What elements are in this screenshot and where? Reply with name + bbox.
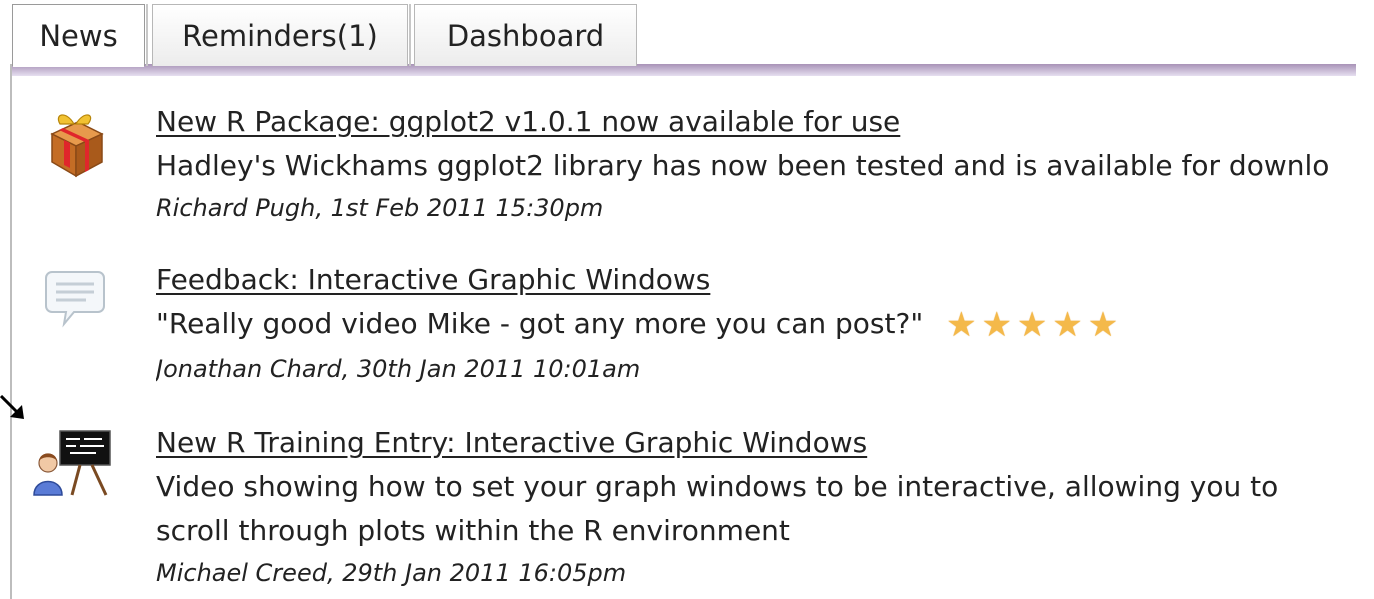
news-item-content: New R Package: ggplot2 v1.0.1 now availa… [156,100,1356,228]
tab-reminders[interactable]: Reminders(1) [152,4,408,66]
news-item-content: New R Training Entry: Interactive Graphi… [156,421,1356,593]
rating-stars: ★ ★ ★ ★ ★ [946,305,1118,349]
news-meta: Jonathan Chard, 30th Jan 2011 10:01am [156,355,641,383]
news-body: "Really good video Mike - got any more y… [156,307,924,340]
news-meta: Michael Creed, 29th Jan 2011 16:05pm [156,559,627,587]
tab-news-label: News [39,19,118,53]
news-list: New R Package: ggplot2 v1.0.1 now availa… [0,76,1360,599]
tab-dashboard-label: Dashboard [446,19,605,53]
package-icon [30,104,120,184]
training-icon [30,425,120,505]
news-body: Hadley's Wickhams ggplot2 library has no… [156,149,1330,182]
tab-separator [409,4,411,66]
active-tab-join [13,62,144,67]
news-item-content: Feedback: Interactive Graphic Windows "R… [156,258,1356,389]
star-icon: ★ [1016,305,1048,345]
star-icon: ★ [981,305,1012,345]
news-body-line2: scroll through plots within the R enviro… [156,514,790,547]
tab-news[interactable]: News [12,4,145,66]
feedback-icon [30,262,120,342]
mouse-cursor-icon [0,395,24,419]
news-meta: Richard Pugh, 1st Feb 2011 15:30pm [156,194,604,222]
star-icon: ★ [1052,305,1083,345]
news-title-link[interactable]: New R Package: ggplot2 v1.0.1 now availa… [156,100,1356,144]
news-body-row: "Really good video Mike - got any more y… [156,302,1356,349]
star-icon: ★ [946,305,977,345]
tab-separator [146,4,148,66]
star-icon: ★ [1087,305,1119,345]
news-title-link[interactable]: Feedback: Interactive Graphic Windows [156,258,1356,302]
tab-bar: News Reminders(1) Dashboard [0,0,1374,78]
tab-dashboard[interactable]: Dashboard [414,4,637,66]
tab-reminders-label: Reminders(1) [182,19,378,53]
news-panel: News Reminders(1) Dashboard New R Packag… [0,0,1374,599]
news-title-link[interactable]: New R Training Entry: Interactive Graphi… [156,421,1356,465]
news-body: Video showing how to set your graph wind… [156,470,1279,503]
